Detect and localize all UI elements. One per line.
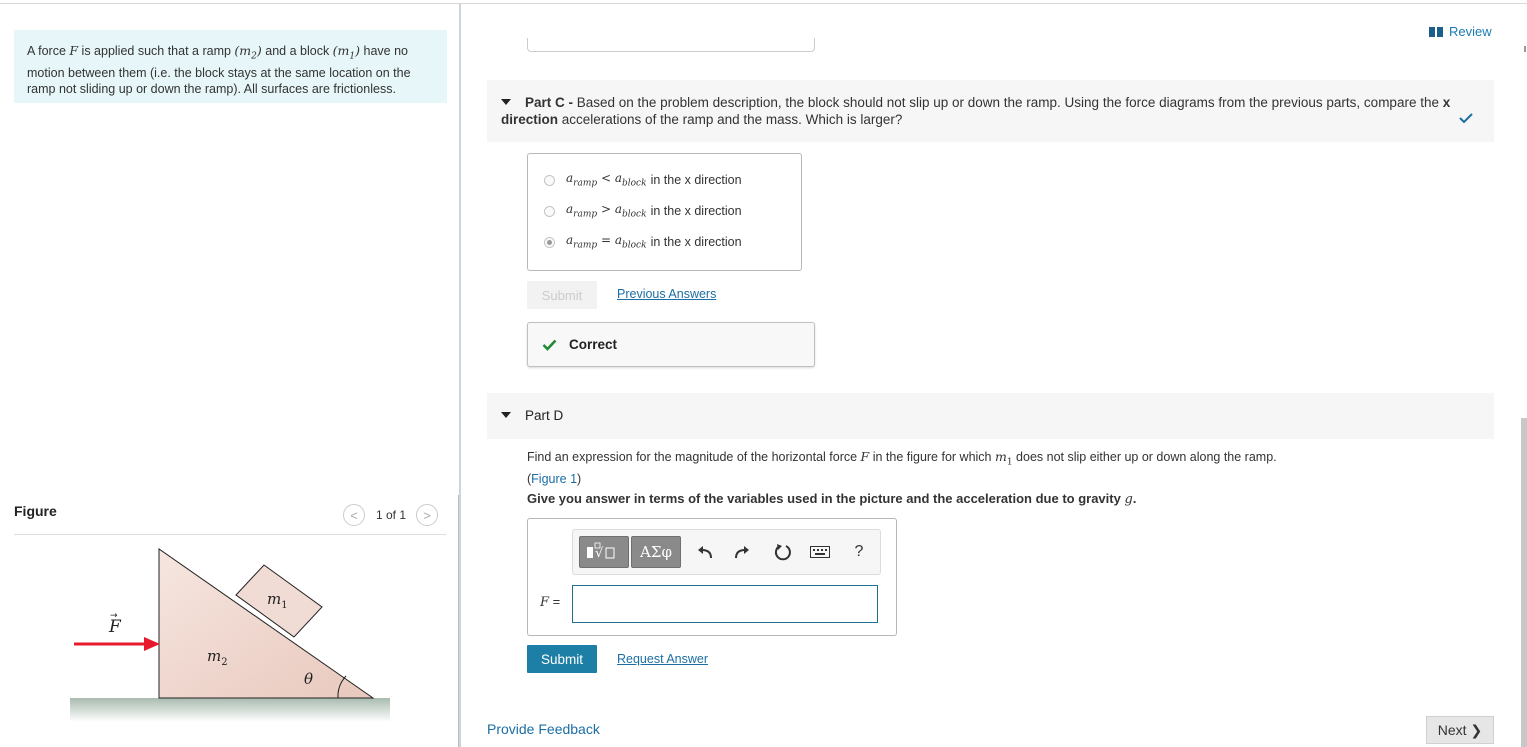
figure-link[interactable]: Figure 1 <box>531 472 577 486</box>
reset-icon[interactable] <box>773 542 793 562</box>
option-2[interactable]: aramp > ablock in the x direction <box>544 202 742 220</box>
problem-text: A force <box>27 44 70 58</box>
book-icon <box>1429 26 1443 37</box>
part-c-header[interactable]: Part C - Based on the problem descriptio… <box>487 80 1494 142</box>
var-m2: (m2) <box>234 43 262 62</box>
ground <box>70 698 390 722</box>
problem-statement: A force F is applied such that a ramp (m… <box>14 30 447 103</box>
option-3[interactable]: aramp = ablock in the x direction <box>544 233 742 251</box>
top-border <box>0 3 1527 4</box>
review-label: Review <box>1449 24 1492 39</box>
option-label: in the x direction <box>650 235 742 249</box>
part-d-label: Part D <box>525 408 564 423</box>
answer-input[interactable] <box>572 585 878 623</box>
previous-part-box <box>527 38 815 52</box>
figure-count: 1 of 1 <box>376 508 407 522</box>
answer-area: √ ΑΣφ ? F = <box>527 518 897 636</box>
review-link[interactable]: Review <box>1429 24 1492 39</box>
undo-icon[interactable] <box>695 542 715 562</box>
var-f: F <box>69 43 79 58</box>
submit-button[interactable]: Submit <box>527 645 597 673</box>
redo-icon[interactable] <box>732 542 752 562</box>
chevron-right-icon: ❯ <box>1470 721 1483 738</box>
chevron-left-icon: < <box>350 507 358 523</box>
option-1[interactable]: aramp < ablock in the x direction <box>544 171 742 189</box>
figure-title: Figure <box>14 503 57 519</box>
scrollbar-arrow[interactable] <box>1524 46 1526 52</box>
label-theta: θ <box>304 670 313 688</box>
figure-next-button[interactable]: > <box>416 504 439 526</box>
previous-answers-link[interactable]: Previous Answers <box>617 287 716 301</box>
checkmark-icon <box>1459 113 1473 124</box>
option-math: aramp > ablock <box>566 202 647 220</box>
input-label: F = <box>540 594 561 610</box>
request-answer-link[interactable]: Request Answer <box>617 652 708 666</box>
figure-divider <box>14 534 446 535</box>
part-d-instructions: Give you answer in terms of the variable… <box>527 491 1137 507</box>
problem-text: and a block <box>261 44 333 58</box>
problem-text: is applied such that a ramp <box>78 44 235 58</box>
templates-icon: √ <box>587 542 615 561</box>
var-m1: (m1) <box>332 43 361 62</box>
correct-label: Correct <box>569 337 618 352</box>
panel-divider-inner <box>458 495 459 747</box>
option-math: aramp = ablock <box>566 233 647 251</box>
radio-button[interactable] <box>544 174 555 186</box>
part-c-text: Based on the problem description, the bl… <box>576 95 1443 110</box>
correct-feedback: Correct <box>527 322 815 367</box>
correct-check-icon <box>542 339 557 351</box>
physics-figure: F → m1 m2 θ <box>70 548 390 722</box>
figure-pager: < 1 of 1 > <box>343 503 439 527</box>
collapse-triangle-icon[interactable] <box>501 412 511 418</box>
option-math: aramp < ablock <box>566 171 647 189</box>
scrollbar-thumb[interactable] <box>1521 418 1527 747</box>
force-arrow-head <box>144 637 160 651</box>
next-label: Next <box>1437 722 1467 738</box>
option-label: in the x direction <box>650 204 742 218</box>
radio-button[interactable] <box>544 205 555 217</box>
math-toolbar: √ ΑΣφ ? <box>572 529 881 575</box>
figure-prev-button[interactable]: < <box>343 504 365 526</box>
radio-button-selected[interactable] <box>544 236 555 248</box>
label-f-vector: → <box>110 611 118 621</box>
option-label: in the x direction <box>650 173 742 187</box>
part-d-header[interactable]: Part D <box>487 393 1494 439</box>
part-c-label: Part C - <box>525 95 577 110</box>
part-c-submit-button[interactable]: Submit <box>527 281 597 309</box>
part-c-text: accelerations of the ramp and the mass. … <box>558 112 903 127</box>
next-button[interactable]: Next ❯ <box>1426 716 1494 744</box>
chevron-right-icon: > <box>423 507 431 523</box>
help-icon[interactable]: ? <box>849 542 869 562</box>
provide-feedback-link[interactable]: Provide Feedback <box>487 721 600 737</box>
greek-symbols-button[interactable]: ΑΣφ <box>631 536 681 568</box>
collapse-triangle-icon[interactable] <box>501 99 511 105</box>
panel-divider <box>459 4 461 747</box>
part-d-question: Find an expression for the magnitude of … <box>527 449 1277 486</box>
keyboard-icon[interactable] <box>810 542 830 562</box>
answer-options: aramp < ablock in the x direction aramp … <box>527 153 802 271</box>
templates-button[interactable]: √ <box>579 536 629 568</box>
